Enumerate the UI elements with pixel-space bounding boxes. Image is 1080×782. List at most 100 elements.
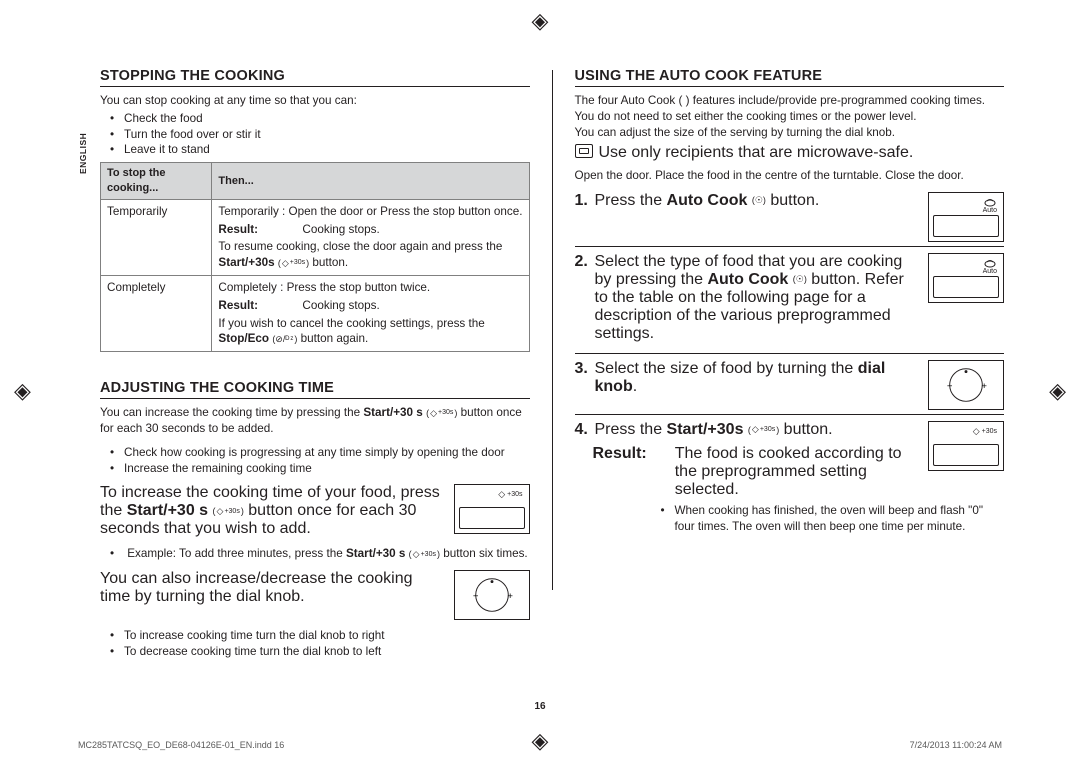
control-panel-auto: Auto: [928, 192, 1004, 242]
step-number: 3.: [575, 360, 589, 404]
cell-text: To resume cooking, close the door again …: [218, 240, 502, 253]
table-cell: Completely : Press the stop button twice…: [212, 276, 529, 352]
display-placeholder: [459, 507, 525, 529]
pot-icon: Auto: [983, 258, 997, 275]
table-header: To stop the cooking...: [101, 163, 212, 200]
auto-cook-label: Auto Cook: [667, 192, 748, 209]
heading-auto-cook: USING THE AUTO COOK FEATURE: [575, 68, 1005, 84]
step-number: 2.: [575, 253, 589, 343]
page-number: 16: [534, 701, 545, 712]
adj-para-1: You can increase the cooking time by pre…: [100, 405, 530, 437]
manual-page: ◈ ◈ ◈ ◈ ENGLISH STOPPING THE COOKING You…: [0, 0, 1080, 782]
column-divider: [552, 70, 553, 590]
adj-example-list: Example: To add three minutes, press the…: [124, 546, 530, 562]
result-bullet-list: When cooking has finished, the oven will…: [675, 503, 1005, 535]
stop-bullet-list: Check the food Turn the food over or sti…: [124, 111, 530, 158]
step-body: Press the Start/+30s (◇+30s) button.: [595, 421, 919, 439]
step-1: 1. Press the Auto Cook (☉) button. Auto: [575, 192, 1005, 242]
result-value: The food is cooked according to the prep…: [675, 445, 918, 499]
step-body: Select the type of food that you are coo…: [595, 253, 919, 343]
svg-text:+: +: [507, 591, 513, 602]
step-divider: [575, 414, 1005, 415]
step-body: Press the Auto Cook (☉) button.: [595, 192, 919, 236]
heading-adjusting: ADJUSTING THE COOKING TIME: [100, 380, 530, 396]
step-3: 3. Select the size of food by turning th…: [575, 360, 1005, 410]
start-30s-label: Start/+30 s: [346, 547, 405, 560]
start-30s-icon: (◇+30s): [748, 424, 779, 435]
svg-text:+: +: [981, 381, 987, 392]
language-tab: ENGLISH: [78, 133, 88, 174]
display-placeholder: [933, 215, 999, 237]
footer-right: 7/24/2013 11:00:24 AM: [910, 740, 1002, 750]
cell-text: button.: [309, 256, 348, 269]
step-divider: [575, 246, 1005, 247]
auto-para-1: The four Auto Cook ( ) features include/…: [575, 93, 1005, 125]
table-cell: Temporarily : Open the door or Press the…: [212, 199, 529, 275]
auto-para-2: You can adjust the size of the serving b…: [575, 125, 1005, 141]
list-item: Turn the food over or stir it: [124, 127, 530, 143]
table-cell: Temporarily: [101, 199, 212, 275]
start-30s-icon: (◇+30s): [213, 506, 244, 517]
svg-text:−: −: [472, 591, 478, 602]
step-4: 4. Press the Start/+30s (◇+30s) button. …: [575, 421, 1005, 501]
result-value: Cooking stops.: [302, 298, 379, 314]
table-row: Temporarily Temporarily : Open the door …: [101, 199, 530, 275]
step-2: 2. Select the type of food that you are …: [575, 253, 1005, 349]
start-30s-icon: (◇+30s): [278, 257, 309, 269]
start-30s-label: Start/+30 s: [127, 502, 208, 519]
adj-para-3: You can also increase/decrease the cooki…: [100, 570, 444, 606]
start-30s-icon: ◇+30s: [973, 426, 997, 437]
print-footer: MC285TATCSQ_EO_DE68-04126E-01_EN.indd 16…: [78, 740, 1002, 750]
pot-icon: Auto: [983, 197, 997, 214]
list-item: Check how cooking is progressing at any …: [124, 445, 530, 461]
start-30s-icon: (◇+30s): [409, 548, 440, 560]
display-placeholder: [933, 276, 999, 298]
adj-row-panel: To increase the cooking time of your foo…: [100, 484, 530, 538]
adj-para-2: To increase the cooking time of your foo…: [100, 484, 444, 538]
stop-table: To stop the cooking... Then... Temporari…: [100, 162, 530, 352]
control-panel-dial: −+: [928, 360, 1004, 410]
cell-text: Completely : Press the stop button twice…: [218, 281, 430, 294]
control-panel-start30: ◇+30s: [928, 421, 1004, 471]
cell-text: If you wish to cancel the cooking settin…: [218, 317, 484, 330]
left-column: STOPPING THE COOKING You can stop cookin…: [100, 68, 530, 678]
step-body: Select the size of food by turning the d…: [595, 360, 919, 404]
control-panel-dial: −+: [454, 570, 530, 620]
registration-mark-left: ◈: [14, 378, 31, 404]
result-label: Result:: [593, 445, 647, 499]
list-item: Check the food: [124, 111, 530, 127]
cell-text: button again.: [297, 332, 368, 345]
registration-mark-right: ◈: [1049, 378, 1066, 404]
result-label: Result:: [218, 222, 274, 238]
start-30s-label: Start/+30s: [218, 256, 274, 269]
step-number: 4.: [575, 421, 589, 439]
two-column-layout: STOPPING THE COOKING You can stop cookin…: [100, 68, 1004, 678]
step-divider: [575, 353, 1005, 354]
start-30s-icon: ◇+30s: [498, 489, 522, 500]
cell-text: Temporarily : Open the door or Press the…: [218, 205, 522, 218]
list-item: Leave it to stand: [124, 142, 530, 158]
control-panel-auto: Auto: [928, 253, 1004, 303]
stop-eco-label: Stop/Eco: [218, 332, 269, 345]
heading-rule: [100, 86, 530, 87]
table-cell: Completely: [101, 276, 212, 352]
list-item: When cooking has finished, the oven will…: [675, 503, 1005, 535]
start-30s-label: Start/+30s: [667, 421, 744, 438]
result-value: Cooking stops.: [302, 222, 379, 238]
display-placeholder: [933, 444, 999, 466]
heading-stopping: STOPPING THE COOKING: [100, 68, 530, 84]
heading-rule: [100, 398, 530, 399]
dial-icon: −+: [943, 362, 989, 408]
stop-intro: You can stop cooking at any time so that…: [100, 93, 530, 109]
auto-para-3: Open the door. Place the food in the cen…: [575, 168, 1005, 184]
stop-eco-icon: (⊘/ᴰz): [272, 333, 297, 345]
safety-note: Use only recipients that are microwave-s…: [575, 144, 1005, 162]
svg-text:−: −: [947, 381, 953, 392]
auto-cook-label: Auto Cook: [707, 271, 788, 288]
list-item: To increase cooking time turn the dial k…: [124, 628, 530, 644]
list-item: To decrease cooking time turn the dial k…: [124, 644, 530, 660]
start-30s-icon: (◇+30s): [426, 407, 457, 419]
dial-icon: −+: [469, 572, 515, 618]
note-text: Use only recipients that are microwave-s…: [599, 144, 914, 162]
start-30s-label: Start/+30 s: [363, 406, 422, 419]
